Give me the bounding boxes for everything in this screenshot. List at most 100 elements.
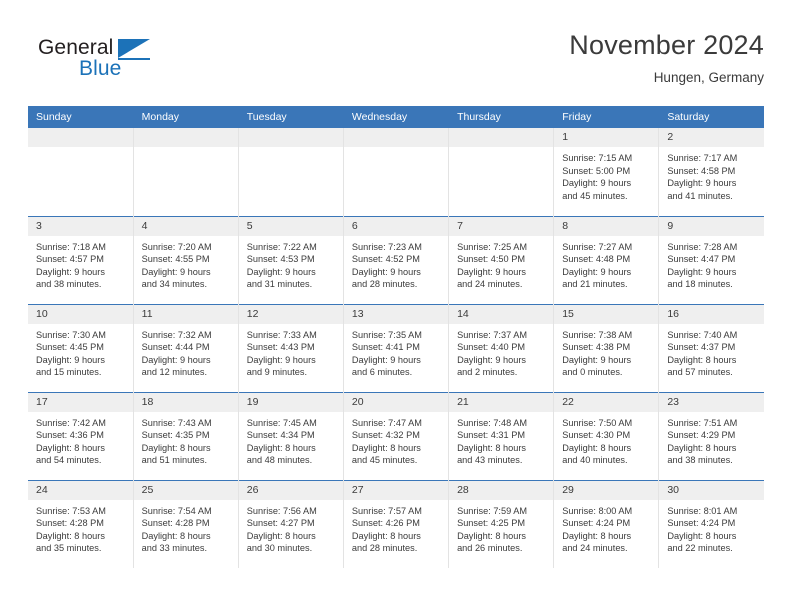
- day-details: Sunrise: 7:28 AM Sunset: 4:47 PM Daylight:…: [659, 236, 764, 291]
- day-cell-5[interactable]: 5 Sunrise: 7:22 AM Sunset: 4:53 PM Daylight…: [238, 215, 344, 304]
- day-detail-line: Daylight: 9 hours: [667, 266, 737, 277]
- day-detail-line: Sunset: 4:32 PM: [351, 430, 420, 441]
- logo-triangle-icon: [118, 39, 150, 58]
- day-cell-21[interactable]: 21 Sunrise: 7:48 AM Sunset: 4:31 PM Dayligh…: [448, 391, 555, 480]
- day-details: Sunrise: 7:57 AM Sunset: 4:26 PM Daylight:…: [344, 500, 448, 555]
- day-number: 20: [343, 392, 449, 412]
- day-detail-line: Daylight: 9 hours: [667, 178, 737, 189]
- day-number: 6: [343, 216, 449, 236]
- day-detail-line: Sunset: 4:57 PM: [36, 254, 104, 265]
- day-detail-line: and 35 minutes.: [36, 543, 102, 554]
- day-detail-line: Sunrise: 7:28 AM: [667, 241, 738, 252]
- day-detail-line: Daylight: 8 hours: [36, 530, 105, 541]
- day-cell-12[interactable]: 12 Sunrise: 7:33 AM Sunset: 4:43 PM Dayligh…: [238, 303, 344, 392]
- day-details: Sunrise: 7:56 AM Sunset: 4:27 PM Daylight:…: [239, 500, 343, 555]
- day-details: Sunrise: 7:17 AM Sunset: 4:58 PM Daylight:…: [659, 147, 764, 202]
- day-cell-26[interactable]: 26 Sunrise: 7:56 AM Sunset: 4:27 PM Dayligh…: [238, 479, 344, 568]
- day-detail-line: and 38 minutes.: [667, 455, 733, 466]
- day-details: Sunrise: 7:23 AM Sunset: 4:52 PM Daylight:…: [344, 236, 448, 291]
- day-cell-1[interactable]: 1 Sunrise: 7:15 AM Sunset: 5:00 PM Daylight…: [553, 128, 660, 216]
- day-cell-empty: [343, 128, 450, 216]
- day-cell-30[interactable]: 30 Sunrise: 8:01 AM Sunset: 4:24 PM Dayligh…: [658, 479, 764, 568]
- day-cell-3[interactable]: 3 Sunrise: 7:18 AM Sunset: 4:57 PM Daylight…: [28, 215, 134, 304]
- day-number: 25: [133, 480, 238, 500]
- day-number: 3: [28, 216, 133, 236]
- day-cell-16[interactable]: 16 Sunrise: 7:40 AM Sunset: 4:37 PM Dayligh…: [658, 303, 764, 392]
- day-details: Sunrise: 7:45 AM Sunset: 4:34 PM Daylight:…: [239, 412, 343, 467]
- day-detail-line: Sunrise: 7:15 AM: [562, 153, 633, 163]
- day-number: 4: [133, 216, 238, 236]
- day-number: 19: [238, 392, 343, 412]
- day-cell-24[interactable]: 24 Sunrise: 7:53 AM Sunset: 4:28 PM Dayligh…: [28, 479, 134, 568]
- day-detail-line: Sunrise: 7:35 AM: [351, 329, 422, 340]
- day-cell-25[interactable]: 25 Sunrise: 7:54 AM Sunset: 4:28 PM Dayligh…: [133, 479, 239, 568]
- day-detail-line: Sunrise: 7:32 AM: [141, 329, 212, 340]
- day-details: Sunrise: 7:54 AM Sunset: 4:28 PM Daylight:…: [134, 500, 238, 555]
- day-cell-17[interactable]: 17 Sunrise: 7:42 AM Sunset: 4:36 PM Dayligh…: [28, 391, 134, 480]
- day-cell-empty: [238, 128, 344, 216]
- weekday-header-row: Sunday Monday Tuesday Wednesday Thursday Frid…: [28, 106, 764, 128]
- day-cell-29[interactable]: 29 Sunrise: 8:00 AM Sunset: 4:24 PM Dayligh…: [553, 479, 660, 568]
- day-detail-line: Daylight: 9 hours: [36, 354, 105, 365]
- day-cell-11[interactable]: 11 Sunrise: 7:32 AM Sunset: 4:44 PM Dayligh…: [133, 303, 239, 392]
- day-detail-line: Sunset: 4:58 PM: [667, 165, 736, 176]
- day-detail-line: and 28 minutes.: [351, 279, 418, 290]
- calendar-week-row: 10 Sunrise: 7:30 AM Sunset: 4:45 PM Dayligh…: [28, 303, 764, 392]
- day-cell-6[interactable]: 6 Sunrise: 7:23 AM Sunset: 4:52 PM Daylight…: [343, 215, 450, 304]
- day-detail-line: and 21 minutes.: [562, 279, 628, 290]
- day-detail-line: Sunrise: 8:01 AM: [667, 505, 738, 516]
- day-detail-line: Daylight: 8 hours: [562, 442, 632, 453]
- day-detail-line: Sunrise: 8:00 AM: [562, 505, 633, 516]
- day-detail-line: Daylight: 9 hours: [351, 354, 421, 365]
- general-blue-logo[interactable]: General Blue: [38, 36, 258, 92]
- day-number: 21: [449, 392, 554, 412]
- day-detail-line: Daylight: 8 hours: [36, 442, 105, 453]
- day-cell-8[interactable]: 8 Sunrise: 7:27 AM Sunset: 4:48 PM Daylight…: [553, 215, 660, 304]
- day-details: Sunrise: 7:43 AM Sunset: 4:35 PM Daylight:…: [134, 412, 238, 467]
- day-detail-line: and 51 minutes.: [141, 455, 208, 466]
- day-cell-27[interactable]: 27 Sunrise: 7:57 AM Sunset: 4:26 PM Dayligh…: [343, 479, 450, 568]
- day-number: 11: [133, 304, 238, 324]
- day-detail-line: Sunset: 4:30 PM: [562, 430, 631, 441]
- day-cell-18[interactable]: 18 Sunrise: 7:43 AM Sunset: 4:35 PM Dayligh…: [133, 391, 239, 480]
- page-subtitle-location: Hungen, Germany: [653, 70, 764, 85]
- day-number: 14: [449, 304, 554, 324]
- day-cell-10[interactable]: 10 Sunrise: 7:30 AM Sunset: 4:45 PM Dayligh…: [28, 303, 134, 392]
- day-number: [133, 128, 238, 147]
- day-cell-22[interactable]: 22 Sunrise: 7:50 AM Sunset: 4:30 PM Dayligh…: [553, 391, 660, 480]
- weekday-header-thursday: Thursday: [448, 106, 555, 128]
- day-cell-9[interactable]: 9 Sunrise: 7:28 AM Sunset: 4:47 PM Daylight…: [658, 215, 764, 304]
- day-detail-line: Sunrise: 7:30 AM: [36, 329, 106, 340]
- title-block: November 2024 Hungen, Germany: [569, 28, 764, 88]
- day-cell-28[interactable]: 28 Sunrise: 7:59 AM Sunset: 4:25 PM Dayligh…: [448, 479, 555, 568]
- day-detail-line: Daylight: 8 hours: [246, 530, 316, 541]
- day-number: 17: [28, 392, 133, 412]
- day-details: Sunrise: 7:20 AM Sunset: 4:55 PM Daylight:…: [134, 236, 238, 291]
- day-details: [28, 147, 133, 152]
- day-detail-line: and 34 minutes.: [141, 279, 208, 290]
- day-number: 27: [343, 480, 449, 500]
- day-detail-line: Sunrise: 7:18 AM: [36, 241, 106, 252]
- day-detail-line: Sunset: 4:25 PM: [457, 518, 525, 529]
- day-cell-4[interactable]: 4 Sunrise: 7:20 AM Sunset: 4:55 PM Daylight…: [133, 215, 239, 304]
- day-details: Sunrise: 7:48 AM Sunset: 4:31 PM Daylight:…: [449, 412, 553, 467]
- day-details: Sunrise: 7:59 AM Sunset: 4:25 PM Daylight:…: [449, 500, 553, 555]
- day-cell-13[interactable]: 13 Sunrise: 7:35 AM Sunset: 4:41 PM Dayligh…: [343, 303, 450, 392]
- day-detail-line: and 0 minutes.: [562, 367, 623, 378]
- day-cell-20[interactable]: 20 Sunrise: 7:47 AM Sunset: 4:32 PM Dayligh…: [343, 391, 450, 480]
- day-details: Sunrise: 7:22 AM Sunset: 4:53 PM Daylight:…: [239, 236, 343, 291]
- day-cell-19[interactable]: 19 Sunrise: 7:45 AM Sunset: 4:34 PM Dayligh…: [238, 391, 344, 480]
- day-cell-7[interactable]: 7 Sunrise: 7:25 AM Sunset: 4:50 PM Daylight…: [448, 215, 555, 304]
- day-number: 23: [659, 392, 764, 412]
- day-cell-15[interactable]: 15 Sunrise: 7:38 AM Sunset: 4:38 PM Dayligh…: [553, 303, 660, 392]
- day-cell-2[interactable]: 2 Sunrise: 7:17 AM Sunset: 4:58 PM Daylight…: [658, 128, 764, 216]
- day-cell-23[interactable]: 23 Sunrise: 7:51 AM Sunset: 4:29 PM Dayligh…: [658, 391, 764, 480]
- day-detail-line: Daylight: 9 hours: [141, 266, 211, 277]
- day-detail-line: Sunrise: 7:40 AM: [667, 329, 738, 340]
- day-detail-line: Daylight: 8 hours: [351, 530, 421, 541]
- day-detail-line: Sunset: 4:38 PM: [562, 342, 631, 353]
- logo-text-blue: Blue: [79, 57, 122, 80]
- day-detail-line: Sunset: 4:45 PM: [36, 342, 104, 353]
- day-cell-14[interactable]: 14 Sunrise: 7:37 AM Sunset: 4:40 PM Dayligh…: [448, 303, 555, 392]
- day-number: [238, 128, 343, 147]
